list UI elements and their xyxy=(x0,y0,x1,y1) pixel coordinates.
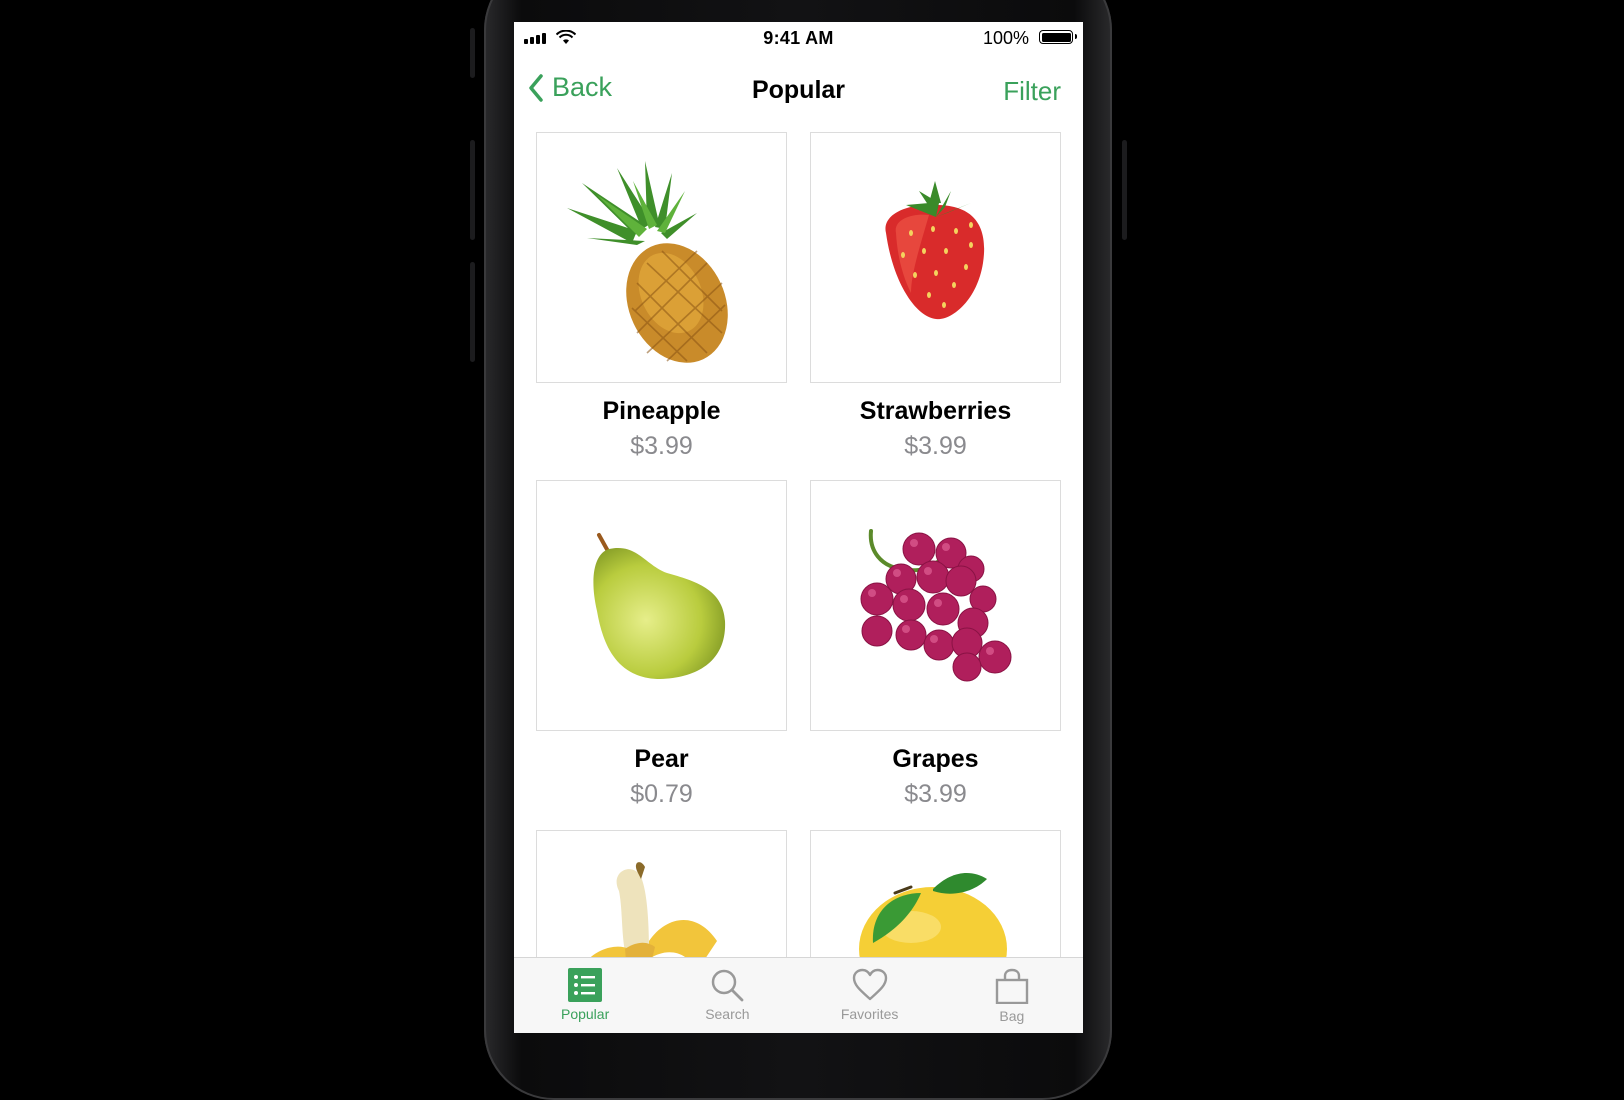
tab-bag[interactable]: Bag xyxy=(941,958,1083,1033)
tab-label: Favorites xyxy=(840,1006,899,1022)
tab-bar: Popular Search Favorites Bag xyxy=(514,957,1083,1033)
phone-power-button xyxy=(1122,140,1127,240)
product-card-strawberries[interactable]: Strawberries $3.99 xyxy=(810,132,1061,461)
tab-label: Search xyxy=(705,1006,750,1022)
product-price: $3.99 xyxy=(630,432,693,460)
bag-icon xyxy=(995,968,1029,1004)
product-image-tile[interactable] xyxy=(536,480,787,731)
tab-popular[interactable]: Popular xyxy=(514,958,656,1033)
grapes-image xyxy=(860,529,1012,682)
product-price: $0.79 xyxy=(630,780,693,808)
tab-label: Popular xyxy=(560,1006,610,1022)
pear-image xyxy=(593,533,726,679)
list-icon xyxy=(568,968,603,1002)
product-name: Pear xyxy=(634,745,689,773)
status-bar: 9:41 AM 100% xyxy=(514,22,1083,54)
battery-icon xyxy=(1039,30,1077,44)
page-title: Popular xyxy=(751,76,846,104)
phone-volume-up-button xyxy=(470,140,475,240)
battery-percentage: 100% xyxy=(982,28,1029,48)
product-name: Pineapple xyxy=(602,397,721,425)
heart-icon xyxy=(852,968,887,1001)
product-card-pineapple[interactable]: Pineapple $3.99 xyxy=(536,132,787,461)
app-screen: 9:41 AM 100% Back Popular Filter Pineapp… xyxy=(514,22,1083,1033)
tab-label: Bag xyxy=(999,1008,1025,1024)
tab-search[interactable]: Search xyxy=(656,958,798,1033)
product-name: Strawberries xyxy=(859,397,1012,425)
tab-favorites[interactable]: Favorites xyxy=(799,958,941,1033)
strawberry-image xyxy=(885,181,985,320)
product-price: $3.99 xyxy=(904,432,967,460)
product-name: Grapes xyxy=(892,745,979,773)
phone-volume-down-button xyxy=(470,262,475,362)
filter-button[interactable]: Filter xyxy=(1003,76,1061,107)
phone-side-button xyxy=(470,28,475,78)
product-image-tile[interactable] xyxy=(810,480,1061,731)
product-image-tile[interactable] xyxy=(810,132,1061,383)
product-price: $3.99 xyxy=(904,780,967,808)
product-image-tile[interactable] xyxy=(536,132,787,383)
navigation-bar: Back Popular Filter xyxy=(514,66,1083,116)
product-card-pear[interactable]: Pear $0.79 xyxy=(536,480,787,809)
search-icon xyxy=(712,969,744,1002)
product-card-grapes[interactable]: Grapes $3.99 xyxy=(810,480,1061,809)
pineapple-image xyxy=(567,161,728,363)
